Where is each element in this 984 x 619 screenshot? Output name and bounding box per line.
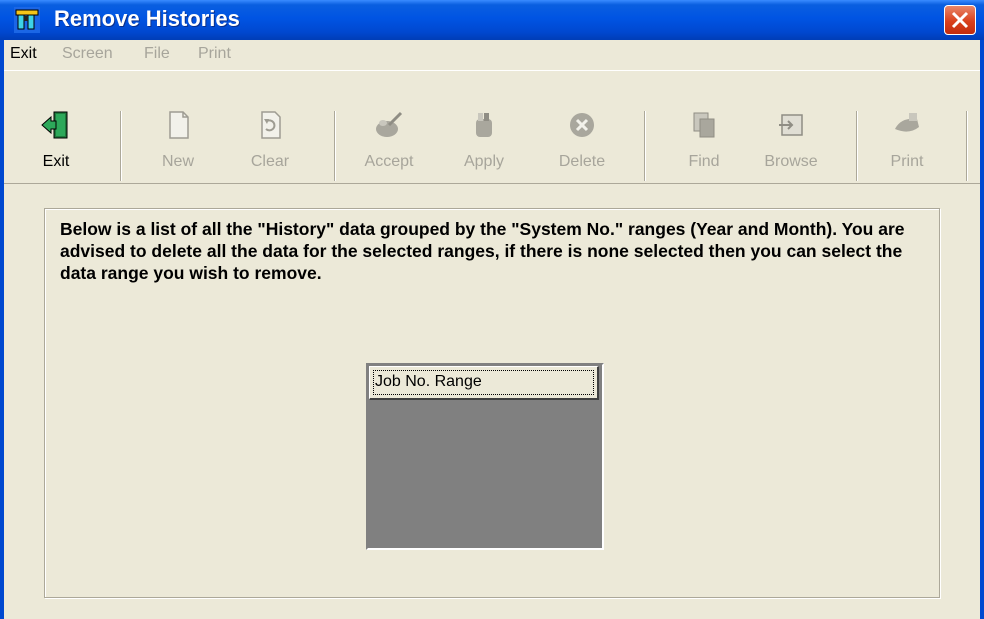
description-text: Below is a list of all the "History" dat… <box>60 219 905 283</box>
toolbar-exit-button[interactable]: Exit <box>30 75 82 175</box>
toolbar-new-button[interactable]: New <box>152 75 204 175</box>
menu-bar: Exit Screen File Print <box>4 40 980 68</box>
new-page-icon <box>169 111 189 139</box>
toolbar-find-button[interactable]: Find <box>680 75 728 175</box>
apply-icon <box>476 113 492 137</box>
toolbar-print-button[interactable]: Print <box>880 75 934 175</box>
binoculars-icon <box>14 7 40 33</box>
delete-icon <box>570 113 594 137</box>
toolbar-separator <box>644 111 646 181</box>
toolbar-apply-button[interactable]: Apply <box>454 75 514 175</box>
toolbar-exit-label: Exit <box>42 153 70 170</box>
toolbar-separator <box>966 111 968 181</box>
column-header-label: Job No. Range <box>375 373 482 390</box>
close-button[interactable] <box>944 5 976 35</box>
toolbar-find-label: Find <box>688 153 720 170</box>
toolbar-apply-label: Apply <box>463 153 505 170</box>
close-icon <box>951 11 969 29</box>
browse-icon <box>779 114 803 136</box>
clear-icon <box>261 111 281 139</box>
toolbar-separator <box>856 111 858 181</box>
menu-exit[interactable]: Exit <box>10 45 37 63</box>
toolbar-clear-button[interactable]: Clear <box>242 75 298 175</box>
column-header-job-no-range[interactable]: Job No. Range <box>369 366 599 400</box>
find-icon <box>693 112 715 138</box>
toolbar-clear-label: Clear <box>250 153 290 170</box>
toolbar-delete-label: Delete <box>558 153 606 170</box>
exit-door-icon <box>41 111 68 139</box>
toolbar-accept-label: Accept <box>364 153 414 170</box>
toolbar-new-label: New <box>161 153 194 170</box>
toolbar-separator <box>334 111 336 181</box>
print-icon <box>895 113 919 132</box>
toolbar-browse-label: Browse <box>764 153 818 170</box>
toolbar-browse-button[interactable]: Browse <box>756 75 826 175</box>
job-range-list[interactable]: Job No. Range <box>366 363 604 550</box>
toolbar: Exit New Clear Accept Apply Delete Find … <box>4 70 980 184</box>
title-bar[interactable]: Remove Histories <box>0 0 984 40</box>
accept-icon <box>376 111 403 137</box>
menu-screen[interactable]: Screen <box>62 45 113 63</box>
toolbar-delete-button[interactable]: Delete <box>548 75 616 175</box>
menu-print[interactable]: Print <box>198 45 231 63</box>
window-frame-right <box>980 40 984 619</box>
menu-file[interactable]: File <box>144 45 170 63</box>
window-title: Remove Histories <box>54 6 240 31</box>
toolbar-separator <box>120 111 122 181</box>
toolbar-print-label: Print <box>890 153 924 170</box>
toolbar-accept-button[interactable]: Accept <box>352 75 426 175</box>
